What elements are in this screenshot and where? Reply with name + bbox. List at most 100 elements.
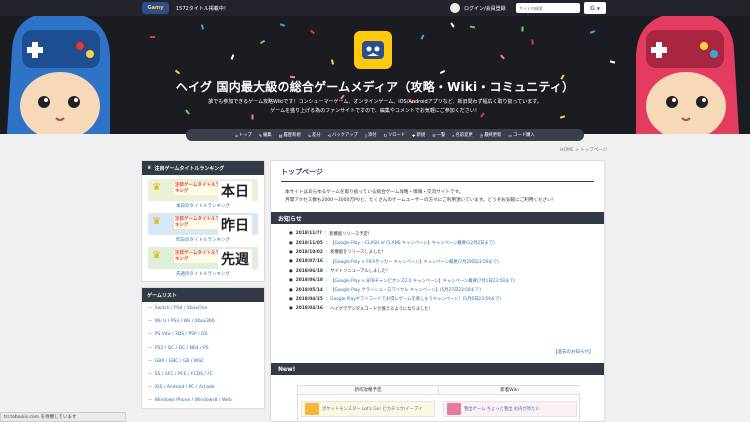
confetti-piece: [439, 69, 446, 75]
nav-item-home[interactable]: ⌂ トップ: [235, 132, 251, 139]
hero-description: 誰でも参加できるゲーム攻略Wikiです！コンシューマーゲーム、オンラインゲーム、…: [0, 98, 750, 116]
new-guide-item[interactable]: ポケットモンスター Let's Go! ピカチュウ/イーブイ: [301, 401, 435, 417]
list-icon: ☰: [432, 132, 436, 138]
gamelist-item[interactable]: ⇒ SS / SFC / PCE / FCDS / FC: [142, 368, 264, 381]
page-title: トップページ: [281, 168, 323, 176]
ranking-banner[interactable]: ♛ 注目ゲームタイトルランキング 先週: [148, 247, 258, 269]
confetti-piece: [450, 22, 455, 28]
news-item[interactable]: ● 2018/04/25: Google Playギフトコードでお得にゲームを楽しも…: [289, 295, 604, 304]
nav-item-backup[interactable]: ⟲ バックアップ: [328, 132, 358, 139]
bullet-icon: ●: [289, 278, 293, 284]
bullet-icon: ●: [289, 231, 293, 237]
banner-period: 昨日: [218, 215, 252, 235]
bullet-icon: ●: [289, 287, 293, 293]
gamelist-item[interactable]: ⇒ Windows Phone / Windows8 / Web: [142, 394, 264, 407]
confetti-piece: [420, 34, 425, 40]
bullet-icon: ●: [289, 306, 293, 312]
gamelist-item[interactable]: ⇒ Wii U / PS3 / Wii / Xbox360: [142, 315, 264, 328]
ranking-banner[interactable]: ♛ 注目ゲームタイトルランキング 昨日: [148, 213, 258, 235]
nav-item-clock[interactable]: ◷ 最終更新: [480, 132, 502, 139]
nav-item-label: 履歴新規: [283, 133, 301, 138]
news-date: 2018/05/14: [295, 287, 323, 293]
ranking-banner[interactable]: ♛ 注目ゲームタイトルランキング 本日: [148, 179, 258, 201]
gamelist-item[interactable]: ⇒ PS2 / GC / DC / N64 / PS: [142, 342, 264, 355]
confetti-piece: [609, 60, 616, 64]
nav-item-label: コード購入: [513, 133, 535, 138]
crown-icon: ♛: [147, 165, 152, 171]
nav-item-file[interactable]: ▯ 添付: [365, 132, 377, 139]
login-link[interactable]: ログイン/会員登録: [464, 5, 506, 12]
crown-icon: ♛: [152, 250, 161, 261]
nav-item-cart[interactable]: ▭ コード購入: [508, 132, 535, 139]
news-separator: :: [325, 296, 328, 302]
new-icon: ✚: [412, 132, 416, 138]
news-text[interactable]: 【Google Play – CLASH of CLANS キャンペーン】キャン…: [330, 240, 494, 246]
gamelist-item[interactable]: ⇒ PS Vita / 3DS / PSP / DS: [142, 328, 264, 341]
news-date: 2018/04/16: [295, 306, 323, 312]
nav-item-label: 新規: [416, 133, 426, 138]
news-separator: :: [325, 240, 328, 246]
google-icon: G: [589, 4, 595, 12]
news-item[interactable]: ● 2018/06/18: 【Google Play × BFBチャンピオンズ2.0…: [289, 276, 604, 285]
gamelist-item[interactable]: ⇒ iOS / Android / PC / Arcade: [142, 381, 264, 394]
gamelist-label: SS / SFC / PCE / FCDS / FC: [154, 372, 214, 378]
bullet-icon: ⇒: [148, 332, 152, 338]
ranking-header: ♛ 注目ゲームタイトルランキング: [142, 161, 264, 175]
news-separator: :: [325, 259, 328, 265]
google-button[interactable]: G ▼: [584, 2, 606, 14]
gamelist-label: PS Vita / 3DS / PSP / DS: [154, 332, 208, 338]
mascot-right-illustration: [636, 16, 740, 134]
new-wiki-item[interactable]: 我出ゲーム ちょっと我出 お内が見たい: [443, 401, 577, 417]
news-text[interactable]: 【Google Play × FIFAサッカー キャンペーン】キャンペーン概要(…: [330, 259, 499, 265]
bullet-icon: ●: [289, 259, 293, 265]
ranking-box: ♛ 注目ゲームタイトルランキング ♛ 注目ゲームタイトルランキング 本日本日のタイトル…: [141, 160, 265, 282]
news-item[interactable]: ● 2018/07/16: 【Google Play × FIFAサッカー キャンペ…: [289, 257, 604, 266]
nav-item-label: 一覧: [436, 133, 446, 138]
banner-period: 先週: [218, 249, 252, 269]
user-icon[interactable]: [450, 3, 460, 13]
ranking-link[interactable]: 先週のタイトルランキング: [142, 271, 264, 277]
bullet-icon: ●: [289, 268, 293, 274]
nav-item-reload[interactable]: ↻ リロード: [384, 132, 406, 139]
site-logo[interactable]: Gamy: [142, 2, 169, 14]
bullet-icon: ⇒: [148, 345, 152, 351]
confetti-piece: [309, 29, 316, 35]
search-input[interactable]: [516, 3, 580, 13]
news-text[interactable]: Google Playギフトコードでお得にゲームを楽しもうキャンペーン！(5月6…: [330, 296, 501, 302]
nav-item-label: バックアップ: [332, 133, 358, 138]
main-content: トップページ 本サイトはあらゆるゲームを取り扱っている総合ゲーム攻略・情報・交流…: [270, 160, 605, 422]
news-item[interactable]: ● 2018/11/05: 【Google Play – CLASH of CLAN…: [289, 238, 604, 247]
news-text[interactable]: 【Google Play × BFBチャンピオンズ2.0 キャンペーン】キャンペ…: [330, 278, 515, 284]
intro-text: 本サイトはあらゆるゲームを取り扱っている総合ゲーム攻略・情報・交流サイトです。 …: [271, 182, 604, 205]
intro-line1: 本サイトはあらゆるゲームを取り扱っている総合ゲーム攻略・情報・交流サイトです。: [285, 190, 464, 195]
news-date: 2018/06/18: [295, 268, 323, 274]
hero-desc-line1: 誰でも参加できるゲーム攻略Wikiです！コンシューマーゲーム、オンラインゲーム、…: [208, 99, 542, 105]
nav-item-label: 最終更新: [484, 133, 502, 138]
ranking-link[interactable]: 本日のタイトルランキング: [142, 203, 264, 209]
nav-item-new[interactable]: ✚ 新規: [412, 132, 426, 139]
news-item[interactable]: ● 2018/05/14: 【Google Play クラッシュ・ロワイヤル キャン…: [289, 285, 604, 294]
nav-item-page[interactable]: ▤ 履歴新規: [279, 132, 301, 139]
bullet-icon: ●: [289, 249, 293, 255]
past-news-link[interactable]: 【過去のお知らせ】: [553, 349, 593, 355]
news-text: 新機能をリリースしました！: [330, 250, 386, 256]
ranking-banners: ♛ 注目ゲームタイトルランキング 本日本日のタイトルランキング ♛ 注目ゲームタイトルラ…: [142, 179, 264, 277]
bullet-icon: ●: [289, 240, 293, 246]
news-text[interactable]: 【Google Play クラッシュ・ロワイヤル キャンペーン】(5月27日23…: [330, 287, 481, 293]
news-separator: :: [325, 287, 328, 293]
gamelist-item[interactable]: ⇒ Switch / PS4 / XboxOne: [142, 302, 264, 315]
nav-item-label: 差分: [312, 133, 321, 138]
confetti-piece: [331, 59, 334, 65]
gamelist-label: PS2 / GC / DC / N64 / PS: [154, 345, 209, 351]
news-date: 2018/06/18: [295, 278, 323, 284]
nav-item-search[interactable]: ⌕ 名前変更: [452, 132, 472, 139]
nav-item-diff[interactable]: ≒ 差分: [308, 132, 321, 139]
gamelist-label: Wii U / PS3 / Wii / Xbox360: [154, 319, 215, 325]
main-navigation: ⌂ トップ ✎ 編集 ▤ 履歴新規 ≒ 差分 ⟲ バックアップ ▯ 添付 ↻ リロード ✚ 新規 ☰ 一覧 ⌕ 名前変…: [186, 129, 584, 141]
ranking-link[interactable]: 昨日のタイトルランキング: [142, 237, 264, 243]
bullet-icon: ●: [289, 296, 293, 302]
nav-item-pencil[interactable]: ✎ 編集: [259, 132, 272, 139]
breadcrumb[interactable]: HOME > トップページ: [560, 147, 607, 153]
gamelist-item[interactable]: ⇒ GBA / GBC / GB / WSC: [142, 355, 264, 368]
nav-item-list[interactable]: ☰ 一覧: [432, 132, 446, 139]
